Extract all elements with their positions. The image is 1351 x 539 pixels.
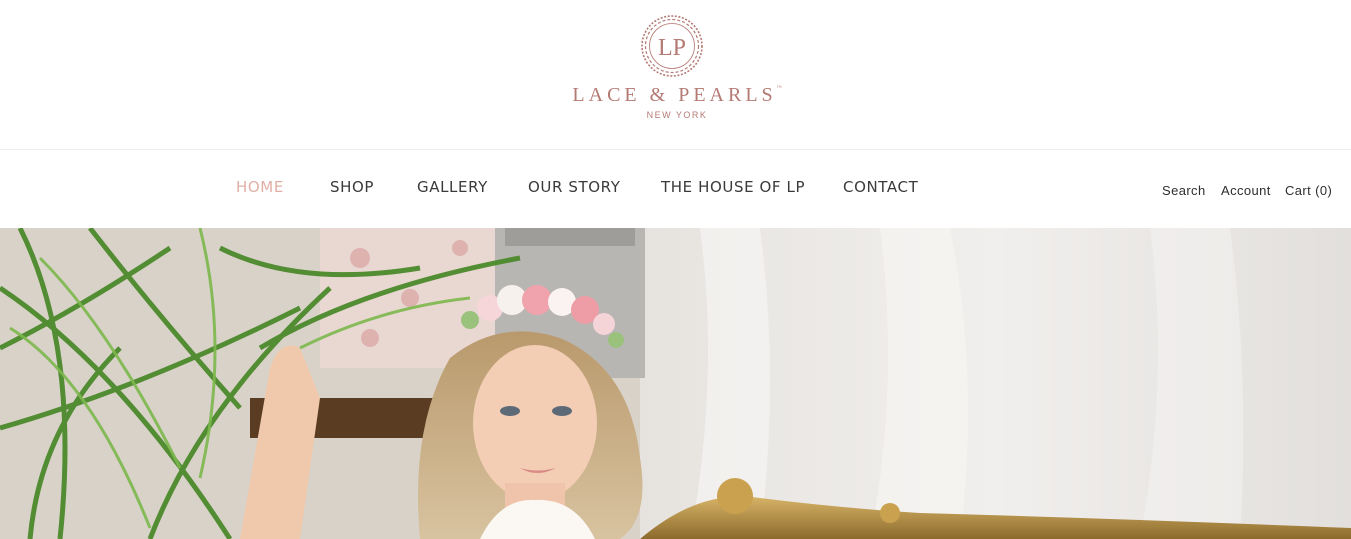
main-navigation: HOME SHOP GALLERY OUR STORY THE HOUSE OF… xyxy=(0,150,1351,228)
nav-item-our-story[interactable]: OUR STORY xyxy=(528,178,621,196)
svg-text:LP: LP xyxy=(658,35,686,61)
trademark-mark: ™ xyxy=(776,86,782,91)
brand-logo[interactable]: LP LACE & PEARLS™ NEW YORK xyxy=(565,14,789,124)
hero-banner[interactable] xyxy=(0,228,1351,539)
nav-item-gallery[interactable]: GALLERY xyxy=(417,178,488,196)
cart-link[interactable]: Cart (0) xyxy=(1285,183,1332,198)
hero-image xyxy=(0,228,1351,539)
nav-item-house-of-lp[interactable]: THE HOUSE OF LP xyxy=(661,178,805,196)
site-header: LP LACE & PEARLS™ NEW YORK xyxy=(0,0,1351,150)
nav-item-contact[interactable]: CONTACT xyxy=(843,178,918,196)
account-link[interactable]: Account xyxy=(1221,183,1271,198)
nav-item-shop[interactable]: SHOP xyxy=(330,178,374,196)
monogram-emblem: LP xyxy=(641,15,703,77)
brand-name: LACE & PEARLS xyxy=(572,84,777,106)
nav-item-home[interactable]: HOME xyxy=(236,178,284,196)
brand-wordmark: LACE & PEARLS™ xyxy=(565,84,789,107)
search-link[interactable]: Search xyxy=(1162,183,1206,198)
brand-location: NEW YORK xyxy=(646,110,708,120)
